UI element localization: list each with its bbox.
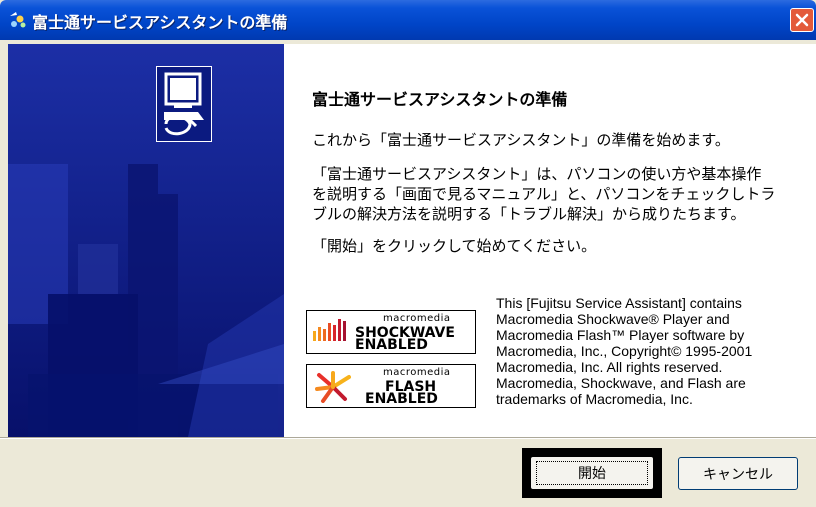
flash-macromedia-text: macromedia xyxy=(383,367,451,378)
description-line-3: ブルの解決方法を説明する「トラブル解決」から成りたちます。 xyxy=(312,205,746,223)
shockwave-icon xyxy=(313,319,346,341)
close-icon xyxy=(795,13,809,27)
setup-icon xyxy=(8,10,28,30)
shockwave-enabled-logo: macromedia SHOCKWAVE ENABLED xyxy=(306,310,476,354)
license-text: This [Fujitsu Service Assistant] contain… xyxy=(496,295,796,407)
license-line: Macromedia, Shockwave, and Flash are xyxy=(496,375,746,391)
license-line: Macromedia, Inc., Copyright© 1995-2001 xyxy=(496,343,753,359)
license-line: This [Fujitsu Service Assistant] contain… xyxy=(496,295,742,311)
flash-icon xyxy=(315,371,351,403)
setup-dialog: 富士通サービスアシスタントの準備 富士通サービスアシスタントの準備 これから「富… xyxy=(0,0,816,507)
start-button[interactable]: 開始 xyxy=(530,456,654,490)
license-line: trademarks of Macromedia, Inc. xyxy=(496,391,693,407)
intro-text: これから「富士通サービスアシスタント」の準備を始めます。 xyxy=(312,131,730,149)
license-line: Macromedia, Inc. All rights reserved. xyxy=(496,359,723,375)
flash-enabled-logo: macromedia FLASH ENABLED xyxy=(306,364,476,408)
flash-line2: ENABLED xyxy=(365,391,438,407)
page-heading: 富士通サービスアシスタントの準備 xyxy=(312,90,568,109)
cancel-button[interactable]: キャンセル xyxy=(678,457,798,490)
shockwave-line2: ENABLED xyxy=(355,337,428,353)
computer-setup-icon xyxy=(156,66,212,142)
description-line-1: 「富士通サービスアシスタント」は、パソコンの使い方や基本操作 xyxy=(312,165,762,183)
window-title: 富士通サービスアシスタントの準備 xyxy=(32,13,288,32)
instruction-text: 「開始」をクリックして始めてください。 xyxy=(312,237,597,255)
description-text: 「富士通サービスアシスタント」は、パソコンの使い方や基本操作 を説明する「画面で… xyxy=(312,164,782,224)
close-button[interactable] xyxy=(790,8,814,32)
wizard-banner xyxy=(8,44,284,437)
description-line-2: を説明する「画面で見るマニュアル」と、パソコンをチェックしトラ xyxy=(312,185,776,203)
title-bar[interactable]: 富士通サービスアシスタントの準備 xyxy=(0,0,816,40)
license-line: Macromedia Shockwave® Player and xyxy=(496,311,730,327)
shockwave-macromedia-text: macromedia xyxy=(383,313,451,324)
content-panel: 富士通サービスアシスタントの準備 これから「富士通サービスアシスタント」の準備を… xyxy=(284,44,816,437)
footer-divider xyxy=(0,437,816,439)
license-line: Macromedia Flash™ Player software by xyxy=(496,327,745,343)
